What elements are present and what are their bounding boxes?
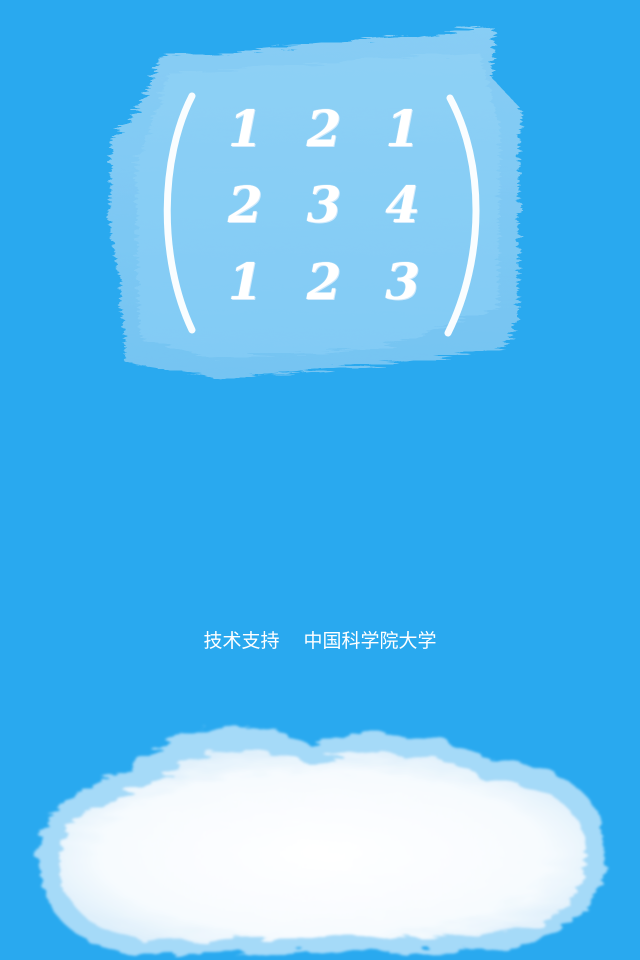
matrix-cell-r1c1: 1 [227, 98, 263, 158]
matrix-cell-r3c2: 2 [306, 252, 342, 312]
matrix-cell-r2c1: 2 [227, 175, 263, 235]
credit-organization: 中国科学院大学 [303, 630, 437, 652]
matrix-cell-r2c3: 4 [385, 175, 421, 235]
matrix-cell-r1c3: 1 [385, 98, 421, 158]
matrix-cell-r3c3: 3 [385, 252, 421, 312]
cloud-icon [20, 700, 620, 960]
credit-line: 技术支持 中国科学院大学 [0, 627, 640, 655]
matrix-cell-r1c2: 2 [306, 98, 342, 158]
matrix-panel: 1 2 1 2 3 4 1 2 3 [100, 18, 530, 388]
matrix-grid: 1 2 1 2 3 4 1 2 3 [206, 90, 442, 320]
matrix-cell-r3c1: 1 [227, 252, 263, 312]
matrix-cell-r2c2: 3 [306, 175, 342, 235]
splash-screen: 1 2 1 2 3 4 1 2 3 技术支持 中国科学院大学 [0, 0, 640, 960]
credit-label: 技术支持 [203, 630, 280, 652]
